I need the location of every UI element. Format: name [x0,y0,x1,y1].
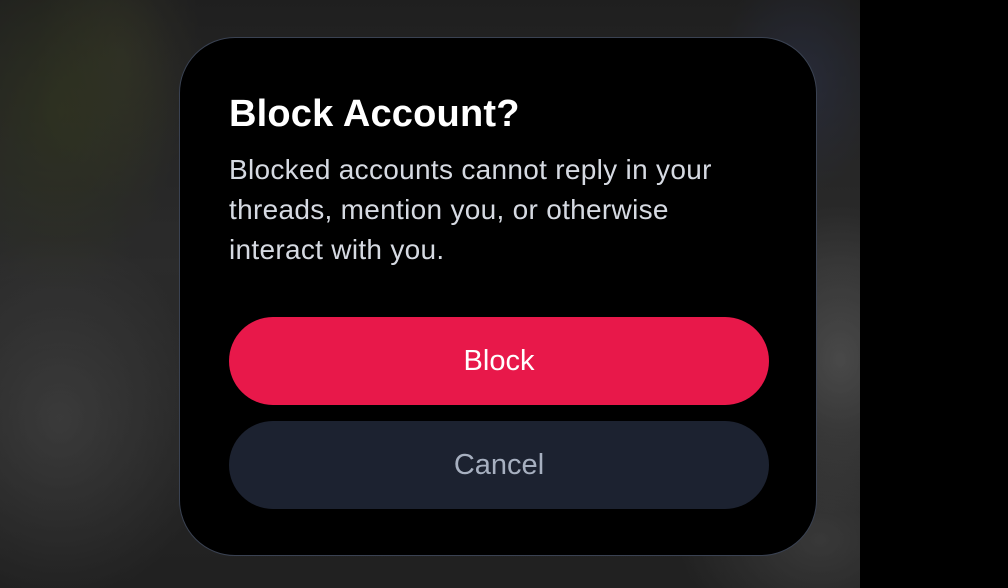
dialog-message: Blocked accounts cannot reply in your th… [229,154,712,265]
screen: Block Account? Blocked accounts cannot r… [0,0,1008,588]
dialog-title: Block Account? [229,93,520,135]
block-button[interactable]: Block [229,317,769,405]
cancel-button[interactable]: Cancel [229,421,769,509]
block-account-dialog: Block Account? Blocked accounts cannot r… [179,37,817,556]
side-strip [860,0,1008,588]
